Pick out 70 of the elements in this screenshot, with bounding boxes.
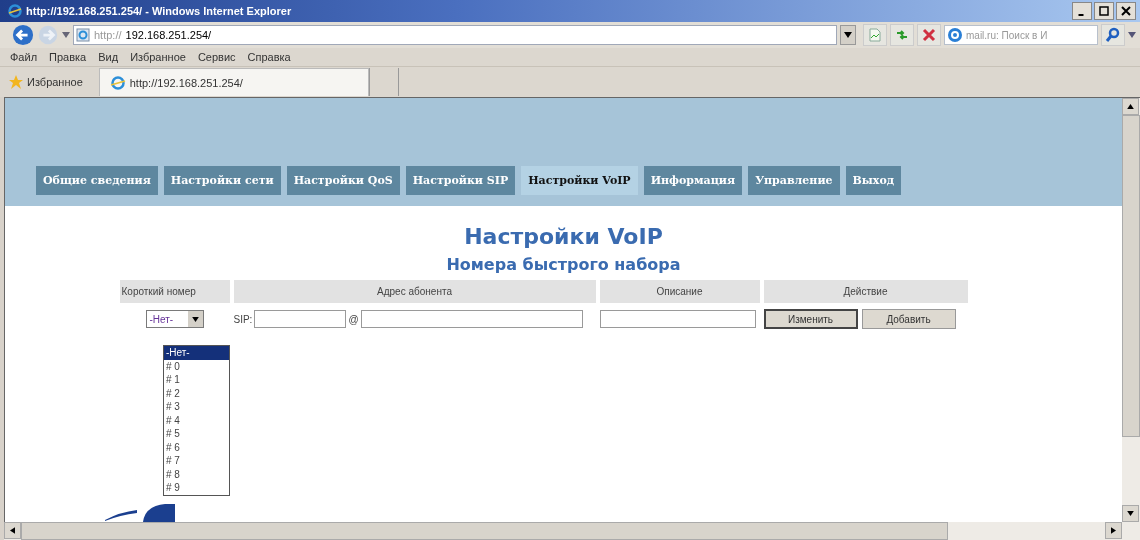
maximize-button[interactable] [1094,2,1114,20]
address-field[interactable]: http:// 192.168.251.254/ [73,25,837,45]
nav-tab[interactable]: Настройки SIP [405,166,516,195]
nav-tab[interactable]: Настройки VoIP [521,166,638,195]
scroll-up-icon[interactable] [1127,104,1134,109]
menu-item[interactable]: Вид [98,51,119,63]
nav-tab[interactable]: Общие сведения [36,166,158,195]
scroll-right-icon[interactable] [1111,527,1116,534]
page-icon [76,28,90,42]
favorites-button[interactable]: Избранное [8,74,83,90]
menu-item[interactable]: Сервис [197,51,236,63]
search-icon[interactable] [1101,24,1125,46]
dropdown-option[interactable]: # 0 [164,359,229,373]
horizontal-scrollbar[interactable] [4,522,1140,540]
nav-tab[interactable]: Управление [748,166,840,195]
caret-icon[interactable] [62,32,70,38]
scroll-down-icon[interactable] [1127,511,1134,516]
at-sign: @ [348,313,359,325]
browser-logo-icon [8,4,22,18]
close-button[interactable] [1116,2,1136,20]
sip-host-field[interactable] [360,310,583,328]
caret-icon [844,32,852,38]
dropdown-option[interactable]: # 3 [164,400,229,414]
action-button[interactable]: Изменить [763,309,858,329]
vertical-scrollbar[interactable] [1122,98,1140,522]
back-button[interactable] [12,24,34,46]
at-sign-icon [947,27,963,43]
dropdown-option[interactable]: # 2 [164,386,229,400]
dropdown-option[interactable]: # 7 [164,454,229,468]
refresh-icon[interactable] [890,24,914,46]
browser-logo-icon [109,74,126,91]
short-number-select[interactable]: -Нет- [145,310,204,328]
menu-item[interactable]: Правка [49,51,87,63]
dropdown-option[interactable]: # 6 [164,440,229,454]
caret-icon [191,316,199,322]
dropdown-option[interactable]: # 5 [164,427,229,441]
nav-tab[interactable]: Настройки сети [163,166,281,195]
sip-label: SIP: [233,313,253,325]
maximize-icon [1099,6,1109,16]
description-field[interactable] [599,310,756,328]
column-header: Короткий номер [119,280,230,303]
dropdown-button[interactable] [840,25,856,45]
star-icon [8,74,24,90]
nav-tab[interactable]: Информация [643,166,743,195]
section-heading: Номера быстрого набора [446,255,681,274]
menu-item[interactable]: Избранное [130,51,186,63]
scroll-left-icon[interactable] [10,527,15,534]
stop-icon[interactable] [917,24,941,46]
column-header: Действие [763,280,968,303]
nav-tab[interactable]: Настройки QoS [286,166,400,195]
logo-drawing [105,502,175,522]
dropdown-option[interactable]: -Нет- [164,346,229,360]
column-header: Адрес абонента [233,280,596,303]
dropdown-option[interactable]: # 1 [164,373,229,387]
nav-tab[interactable]: Выход [845,166,902,195]
menu-item[interactable]: Файл [10,51,38,63]
menu-item[interactable]: Справка [247,51,291,63]
page-heading: Настройки VoIP [464,224,663,249]
dropdown-option[interactable]: # 8 [164,467,229,481]
minimize-icon [1078,14,1084,16]
window-title: http://192.168.251.254/ - Windows Internet Explorer [26,5,293,17]
dropdown-option[interactable]: # 9 [164,481,229,495]
browser-tab[interactable]: http://192.168.251.254/ [98,68,369,96]
caret-icon[interactable] [1128,32,1136,38]
action-button[interactable]: Добавить [861,309,956,329]
dropdown-option[interactable]: # 4 [164,413,229,427]
sip-user-field[interactable] [254,310,347,328]
close-icon [1121,6,1131,16]
column-header: Описание [599,280,760,303]
minimize-button[interactable] [1072,2,1092,20]
